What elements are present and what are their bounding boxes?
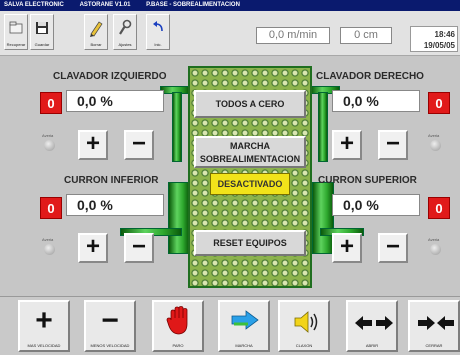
reset-equipos-label: RESET EQUIPOS <box>213 238 287 248</box>
clavador-izquierdo-minus-button[interactable]: − <box>124 130 154 160</box>
clavador-derecho-minus-button[interactable]: − <box>378 130 408 160</box>
clavador-derecho-alarm-indicator: 0 <box>428 92 450 114</box>
abrir-button[interactable]: ABRIR <box>346 300 398 352</box>
curron-superior-value: 0,0 % <box>332 194 420 216</box>
mas-velocidad-button[interactable]: + MAS VELOCIDAD <box>18 300 70 352</box>
button-label: MENOS VELOCIDAD <box>90 343 130 348</box>
ajustes-button[interactable]: Ajustes <box>113 14 137 50</box>
undo-arrow-icon <box>153 21 163 32</box>
forward-arrow-icon <box>231 310 259 330</box>
clavador-izquierdo-plus-button[interactable]: + <box>78 130 108 160</box>
todos-a-cero-button[interactable]: TODOS A CERO <box>194 90 306 118</box>
curron-superior-plus-button[interactable]: + <box>332 233 362 263</box>
stop-hand-icon <box>166 306 188 335</box>
title-bar: SALVA ELECTRONIC ASTORANE V1.01 P.BASE -… <box>0 0 460 11</box>
toolbar: Recuperar Guardar Borrar Ajustes Inic. 0… <box>0 11 460 56</box>
fault-lamp-label: Averia <box>428 237 440 242</box>
clock: 18:46 19/05/05 <box>410 26 458 52</box>
fault-lamp-label: Averia <box>42 133 54 138</box>
title-item: ASTORANE V1.01 <box>79 2 131 8</box>
menos-velocidad-button[interactable]: − MENOS VELOCIDAD <box>84 300 136 352</box>
curron-superior-title: CURRON SUPERIOR <box>318 175 417 186</box>
inicio-button[interactable]: Inic. <box>146 14 170 50</box>
minus-icon: − <box>101 304 119 337</box>
curron-inferior-value: 0,0 % <box>66 194 164 216</box>
toolbar-label: Guardar <box>34 42 50 47</box>
close-arrows-icon <box>418 316 454 330</box>
curron-inferior-title: CURRON INFERIOR <box>64 175 159 186</box>
roller <box>318 92 328 162</box>
toolbar-label: Inic. <box>154 42 162 47</box>
guardar-button[interactable]: Guardar <box>30 14 54 50</box>
clavador-derecho-title: CLAVADOR DERECHO <box>316 71 424 82</box>
curron-inferior-plus-button[interactable]: + <box>78 233 108 263</box>
roller <box>168 182 190 254</box>
button-label: PARO <box>172 343 184 348</box>
clavador-izquierdo-value: 0,0 % <box>66 90 164 112</box>
marcha-label: MARCHA <box>230 141 270 151</box>
borrar-button[interactable]: Borrar <box>84 14 108 50</box>
paro-button[interactable]: PARO <box>152 300 204 352</box>
fault-lamp-label: Averia <box>42 237 54 242</box>
marcha-sobrealimentacion-button[interactable]: MARCHA SOBREALIMENTACION <box>194 136 306 168</box>
todos-a-cero-label: TODOS A CERO <box>215 99 285 109</box>
toolbar-label: Ajustes <box>118 42 132 47</box>
title-item: P.BASE - SOBREALIMENTACION <box>146 2 240 8</box>
curron-superior-minus-button[interactable]: − <box>378 233 408 263</box>
curron-inferior-fault-lamp <box>44 244 55 255</box>
clavador-derecho-fault-lamp <box>430 140 441 151</box>
title-item: SALVA ELECTRONIC <box>4 2 64 8</box>
open-arrows-icon <box>355 316 393 330</box>
button-label: CERRAR <box>425 343 443 348</box>
pencil-icon <box>90 21 103 37</box>
clavador-derecho-value: 0,0 % <box>332 90 420 112</box>
distance-readout: 0 cm <box>340 27 392 44</box>
button-label: CLAXON <box>295 343 313 348</box>
toolbar-label: Recuperar <box>6 42 26 47</box>
clavador-izquierdo-fault-lamp <box>44 140 55 151</box>
cerrar-button[interactable]: CERRAR <box>408 300 460 352</box>
clavador-izquierdo-title: CLAVADOR IZQUIERDO <box>53 71 167 82</box>
time-text: 18:46 <box>434 30 455 39</box>
clavador-izquierdo-alarm-indicator: 0 <box>40 92 62 114</box>
recuperar-button[interactable]: Recuperar <box>4 14 28 50</box>
date-text: 19/05/05 <box>423 41 455 50</box>
sobrealimentacion-label: SOBREALIMENTACION <box>199 154 301 164</box>
curron-superior-fault-lamp <box>430 244 441 255</box>
curron-superior-alarm-indicator: 0 <box>428 197 450 219</box>
fault-lamp-label: Averia <box>428 133 440 138</box>
roller <box>172 92 182 162</box>
speaker-icon <box>294 311 318 333</box>
button-label: MARCHA <box>235 343 253 348</box>
floppy-disk-icon <box>36 22 48 34</box>
button-label: MAS VELOCIDAD <box>27 343 61 348</box>
claxon-button[interactable]: CLAXON <box>278 300 330 352</box>
plus-icon: + <box>35 304 53 337</box>
button-label: ABRIR <box>365 343 379 348</box>
reset-equipos-button[interactable]: RESET EQUIPOS <box>194 230 306 256</box>
clavador-derecho-plus-button[interactable]: + <box>332 130 362 160</box>
roller <box>312 182 334 254</box>
wrench-icon <box>119 19 132 35</box>
folder-icon <box>9 21 23 34</box>
toolbar-label: Borrar <box>90 42 102 47</box>
status-desactivado-indicator: DESACTIVADO <box>210 173 290 195</box>
curron-inferior-minus-button[interactable]: − <box>124 233 154 263</box>
marcha-button[interactable]: MARCHA <box>218 300 270 352</box>
speed-readout: 0,0 m/min <box>256 27 330 44</box>
curron-inferior-alarm-indicator: 0 <box>40 197 62 219</box>
